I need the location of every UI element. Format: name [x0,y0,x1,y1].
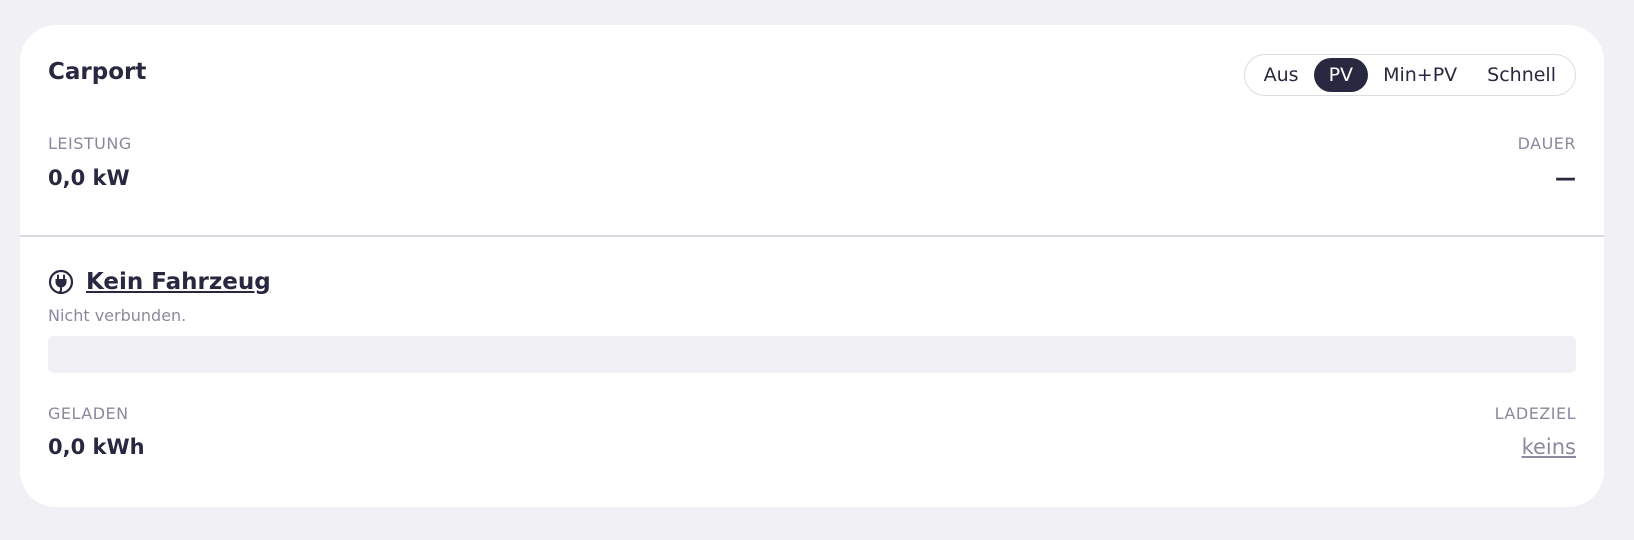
mode-button-minpv[interactable]: Min+PV [1368,58,1472,92]
target-label: LADEZIEL [1494,404,1576,423]
power-value: 0,0 kW [48,166,130,190]
power-label: LEISTUNG [48,134,132,153]
loadpoint-title: Carport [48,59,147,85]
vehicle-selector[interactable]: Kein Fahrzeug [48,269,271,295]
duration-label: DAUER [1517,134,1576,153]
loadpoint-card: Carport Aus PV Min+PV Schnell LEISTUNG 0… [20,25,1604,507]
charge-progress-bar [48,336,1576,373]
charge-mode-selector: Aus PV Min+PV Schnell [1243,54,1576,96]
mode-button-aus[interactable]: Aus [1249,58,1314,92]
plug-icon [48,269,74,295]
section-divider [20,235,1604,237]
charged-label: GELADEN [48,404,129,423]
vehicle-status: Nicht verbunden. [48,306,187,325]
target-value-link[interactable]: keins [1522,437,1576,458]
charged-value: 0,0 kWh [48,435,145,459]
mode-button-schnell[interactable]: Schnell [1472,58,1571,92]
duration-value: — [1555,166,1576,190]
mode-button-pv[interactable]: PV [1313,58,1369,92]
vehicle-title: Kein Fahrzeug [86,268,271,295]
